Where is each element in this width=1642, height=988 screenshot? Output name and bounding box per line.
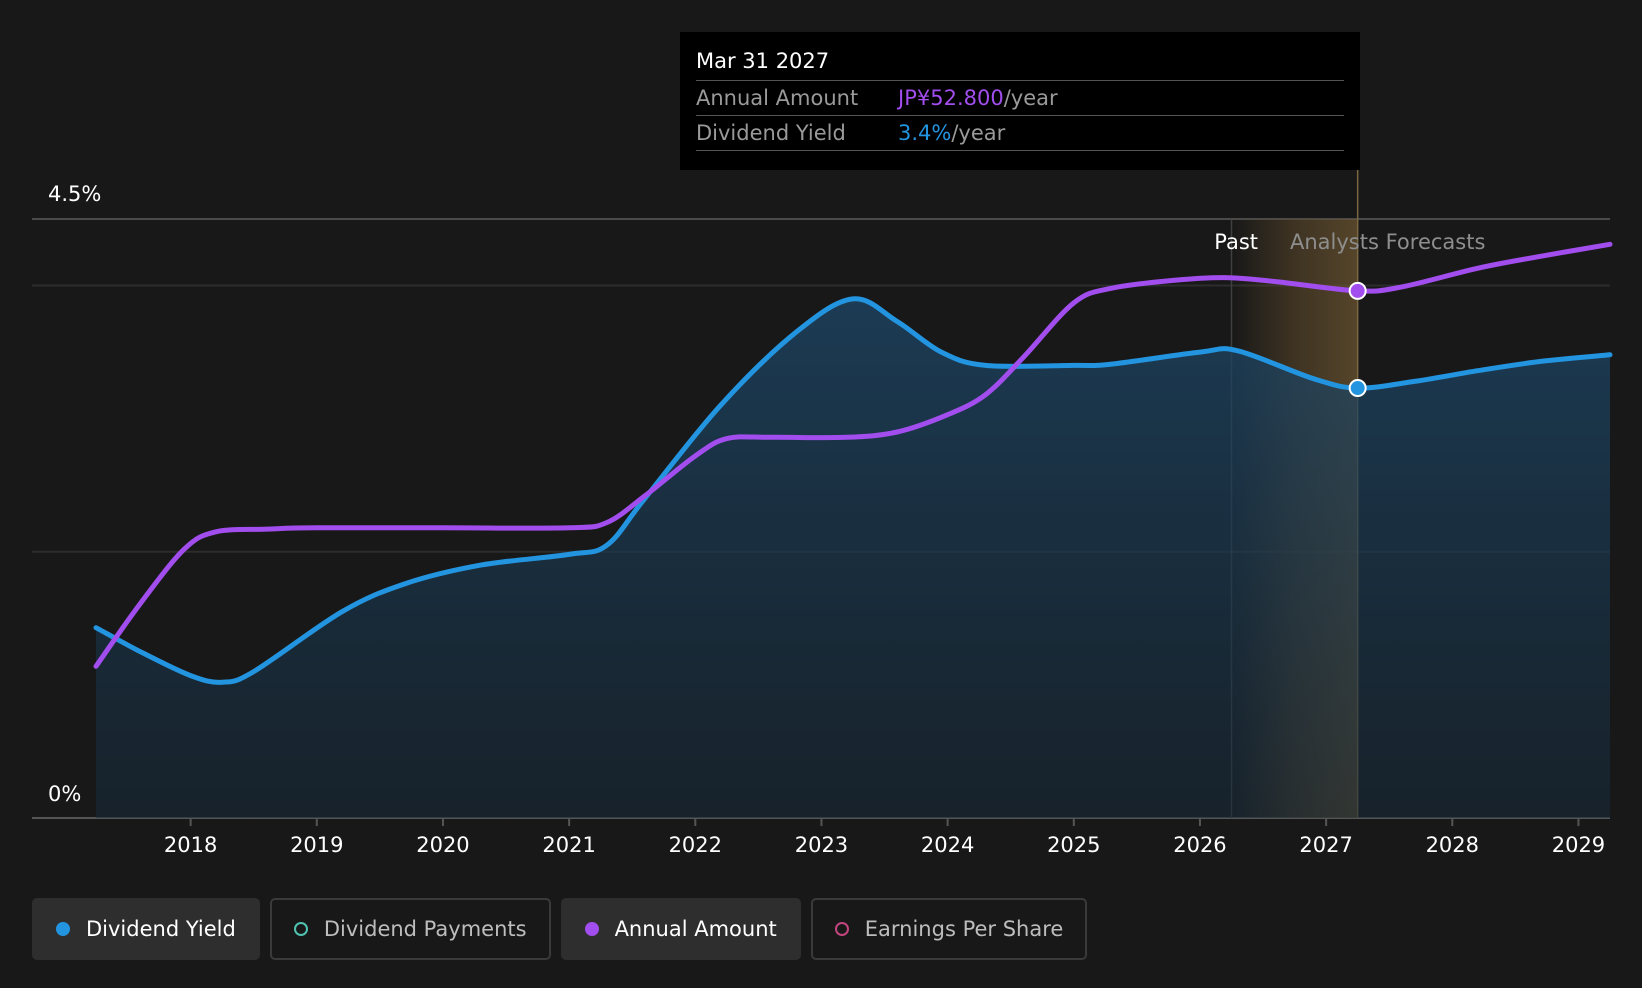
x-tick-label: 2022 <box>669 833 722 857</box>
past-region-label: Past <box>1214 230 1258 254</box>
tooltip-row-annual-amount: Annual Amount JP¥52.800 /year <box>696 81 1344 116</box>
tooltip-row-dividend-yield: Dividend Yield 3.4% /year <box>696 116 1344 151</box>
tooltip-date: Mar 31 2027 <box>696 46 1344 81</box>
legend-ring-icon <box>834 922 849 936</box>
legend-dividend-yield[interactable]: Dividend Yield <box>32 898 260 960</box>
annual-amount-marker <box>1348 281 1367 300</box>
chart-tooltip: Mar 31 2027 Annual Amount JP¥52.800 /yea… <box>680 32 1360 170</box>
x-tick-label: 2021 <box>542 833 595 857</box>
y-axis-top-label: 4.5% <box>48 182 101 206</box>
legend-dot-icon <box>56 922 70 936</box>
x-tick-label: 2028 <box>1426 833 1479 857</box>
forecast-region-label: Analysts Forecasts <box>1290 230 1485 254</box>
y-axis-bottom-label: 0% <box>48 782 81 806</box>
tooltip-unit: /year <box>951 121 1006 145</box>
legend-label: Dividend Yield <box>86 917 236 941</box>
x-tick-label: 2025 <box>1047 833 1100 857</box>
legend-dot-icon <box>584 922 599 936</box>
x-tick-label: 2027 <box>1299 833 1352 857</box>
x-tick-label: 2026 <box>1173 833 1226 857</box>
tooltip-unit: /year <box>1003 86 1058 110</box>
legend-ring-icon <box>293 922 308 936</box>
x-tick-label: 2018 <box>164 833 217 857</box>
legend-label: Annual Amount <box>614 917 777 941</box>
tooltip-value: 3.4% <box>898 121 952 145</box>
tooltip-label: Annual Amount <box>696 86 859 110</box>
x-tick-label: 2024 <box>921 833 974 857</box>
tooltip-value: JP¥52.800 <box>898 86 1004 110</box>
chart-legend: Dividend Yield Dividend Payments Annual … <box>32 898 1088 960</box>
legend-earnings-per-share[interactable]: Earnings Per Share <box>810 898 1088 960</box>
legend-dividend-payments[interactable]: Dividend Payments <box>269 898 551 960</box>
legend-label: Earnings Per Share <box>864 917 1064 941</box>
legend-annual-amount[interactable]: Annual Amount <box>560 898 801 960</box>
x-tick-label: 2029 <box>1552 833 1605 857</box>
dividend-yield-area <box>96 298 1610 818</box>
x-tick-label: 2020 <box>416 833 469 857</box>
legend-label: Dividend Payments <box>323 917 527 941</box>
tooltip-label: Dividend Yield <box>696 121 846 145</box>
x-tick-label: 2023 <box>795 833 848 857</box>
x-tick-label: 2019 <box>290 833 343 857</box>
dividend-yield-marker <box>1348 379 1367 398</box>
